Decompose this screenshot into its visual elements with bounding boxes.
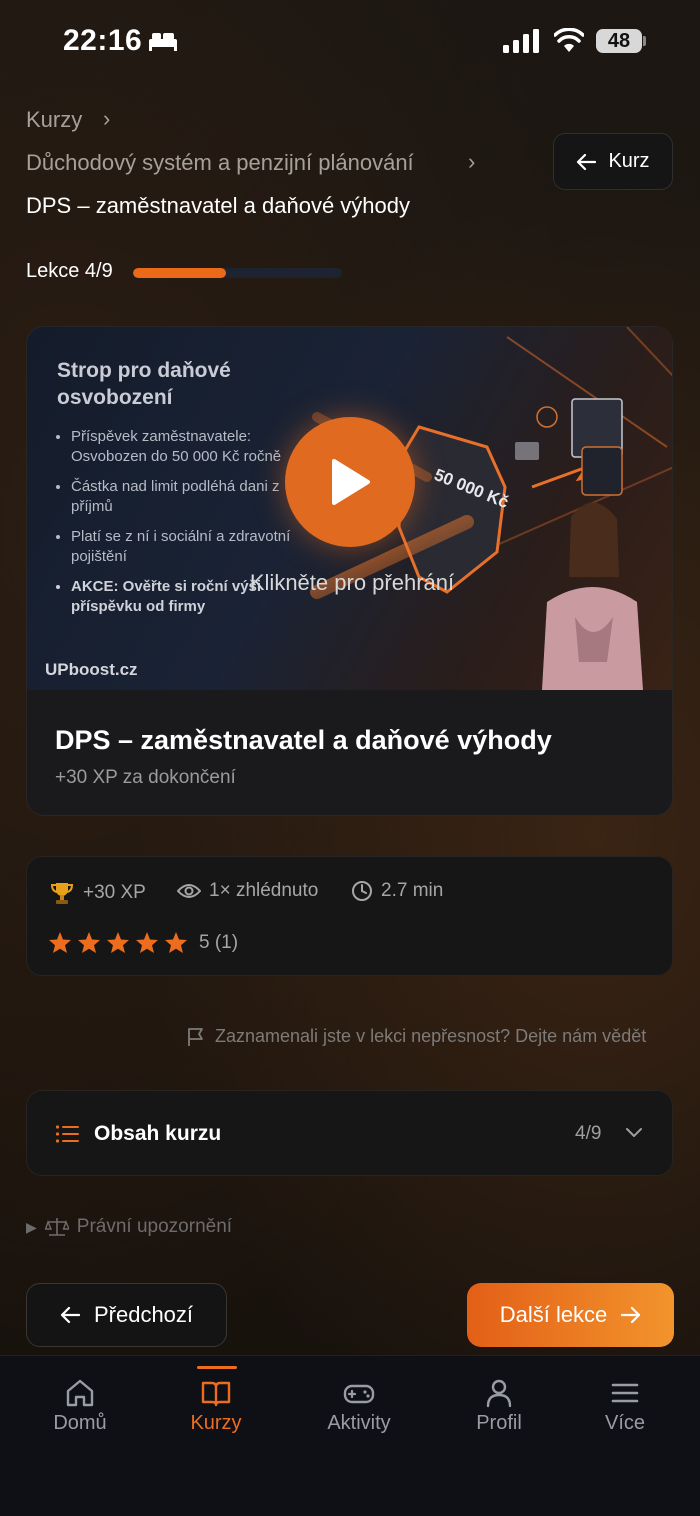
report-issue-text: Zaznamenali jste v lekci nepřesnost? Dej… [215,1026,647,1046]
xp-stat: +30 XP [49,880,146,906]
active-tab-indicator [197,1366,237,1369]
battery-tip [643,36,646,46]
xp-stat-value: +30 XP [83,882,146,903]
gamepad-icon [343,1384,375,1404]
duration-stat-value: 2.7 min [381,880,444,901]
tab-home-label: Domů [53,1412,107,1434]
next-lesson-button[interactable]: Další lekce [467,1283,674,1347]
views-stat-value: 1× zhlédnuto [209,880,319,901]
tab-activities-label: Aktivity [327,1412,391,1434]
bottom-tab-bar: Domů Kurzy Aktivity Profil Více [0,1355,700,1516]
course-contents-title: Obsah kurzu [94,1122,222,1145]
lesson-progress-fill [133,268,226,278]
views-stat: 1× zhlédnuto [177,880,318,902]
tab-more[interactable]: Více [570,1378,680,1435]
previous-lesson-label: Předchozí [93,1302,194,1327]
tab-profile-label: Profil [476,1412,522,1434]
duration-stat: 2.7 min [351,880,443,902]
star-icon [78,932,100,953]
breadcrumb-current: DPS – zaměstnavatel a daňové výhody [26,193,411,218]
breadcrumb-course[interactable]: Důchodový systém a penzijní plánování [26,150,414,176]
rating-value: 5 (1) [199,932,239,953]
lesson-video-card: Strop pro daňové osvobození Příspěvek za… [26,326,673,816]
arrow-left-icon [577,153,597,170]
tab-activities[interactable]: Aktivity [304,1378,414,1435]
flag-icon [188,1027,203,1046]
lesson-xp-reward: +30 XP za dokončení [55,767,236,788]
trophy-icon [50,883,74,904]
previous-lesson-button[interactable]: Předchozí [26,1283,227,1347]
slide-bullets: Příspěvek zaměstnavatele: Osvobozen do 5… [57,427,291,627]
wifi-icon [554,28,584,52]
play-button[interactable] [285,417,415,547]
rating-stars [48,931,188,954]
lesson-title: DPS – zaměstnavatel a daňové výhody [55,725,552,755]
list-icon [55,1125,79,1143]
user-icon [486,1379,512,1408]
legal-notice-label: Právní upozornění [76,1216,233,1237]
lesson-progress-bar [133,268,342,278]
tab-profile[interactable]: Profil [444,1378,554,1435]
status-time: 22:16 [63,24,143,57]
star-icon [49,932,71,953]
arrow-left-icon [60,1306,80,1324]
eye-icon [177,884,201,898]
video-player[interactable]: Strop pro daňové osvobození Příspěvek za… [27,327,672,690]
slide-bullet: Částka nad limit podléhá dani z příjmů [71,477,291,517]
next-lesson-label: Další lekce [499,1302,608,1327]
course-contents-count: 4/9 [575,1123,602,1144]
report-issue-link[interactable]: Zaznamenali jste v lekci nepřesnost? Dej… [187,1026,646,1047]
tab-more-label: Více [604,1412,646,1434]
upboost-logo: UPboost.cz [45,660,138,679]
chevron-down-icon [626,1128,642,1137]
legal-notice-toggle[interactable]: ▶ Právní upozornění [26,1216,232,1238]
breadcrumb-chevron-icon: › [103,106,111,131]
play-icon [332,459,370,505]
arrow-right-icon [621,1306,641,1324]
tab-home[interactable]: Domů [25,1378,135,1435]
back-to-course-button[interactable]: Kurz [553,133,673,190]
slide-bullet: Platí se z ní i sociální a zdravotní poj… [71,527,291,567]
bed-icon [149,33,177,51]
cellular-signal-icon [503,29,539,53]
lesson-progress-label: Lekce 4/9 [26,260,113,282]
star-icon [165,932,187,953]
clock-icon [352,881,372,901]
home-icon [66,1379,94,1407]
book-icon [201,1381,231,1407]
tab-courses-label: Kurzy [190,1412,242,1434]
disclosure-triangle-icon: ▶ [26,1218,37,1235]
play-caption: Klikněte pro přehrání [249,570,455,595]
breadcrumb-kurzy[interactable]: Kurzy [26,107,82,133]
star-icon [107,932,129,953]
back-button-label: Kurz [608,150,650,172]
star-icon [136,932,158,953]
battery-indicator: 48 [596,29,642,53]
tab-courses[interactable]: Kurzy [161,1378,271,1435]
slide-bullet: Příspěvek zaměstnavatele: Osvobozen do 5… [71,427,291,467]
slide-title: Strop pro daňové osvobození [57,359,231,409]
breadcrumb-chevron-icon: › [468,149,476,174]
course-contents-toggle[interactable]: Obsah kurzu 4/9 [26,1090,673,1176]
scales-icon [44,1218,69,1236]
lesson-stats-card: +30 XP 1× zhlédnuto 2.7 min 5 (1) [26,856,673,976]
menu-icon [611,1383,639,1403]
